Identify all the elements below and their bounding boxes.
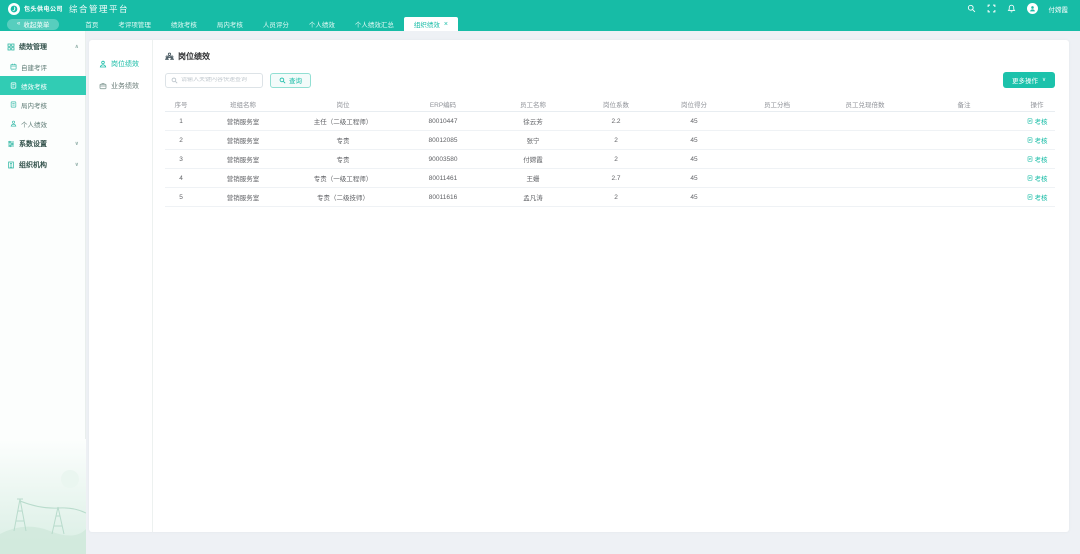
person-icon — [10, 120, 17, 127]
chevron-up-icon: ∧ — [75, 44, 79, 50]
assess-action-link[interactable]: 考核 — [1019, 135, 1055, 145]
table-row: 3 营销服务室 专责 90003580 付嫦霞 2 45 考核 — [165, 150, 1055, 169]
main-area: 岗位绩效 业务绩效 岗位绩效 — [86, 31, 1080, 554]
username[interactable]: 付嫦霞 — [1049, 4, 1069, 14]
tab-personnel-scoring[interactable]: 人员评分 — [253, 17, 299, 31]
sidebar-item-personal-performance[interactable]: 个人绩效 — [0, 114, 86, 133]
topbar: 包头供电公司 综合管理平台 付嫦霞 — [0, 0, 1080, 17]
search-input[interactable] — [181, 77, 257, 83]
tab-org-performance[interactable]: 组织绩效 × — [404, 17, 458, 31]
tab-personal-performance[interactable]: 个人绩效 — [299, 17, 345, 31]
sliders-icon — [7, 140, 15, 148]
sidebar-group-organization[interactable]: 组织机构 ∨ — [0, 154, 86, 175]
close-tab-icon[interactable]: × — [444, 21, 448, 28]
assess-action-link[interactable]: 考核 — [1019, 154, 1055, 164]
fullscreen-icon[interactable] — [987, 4, 996, 13]
tab-performance-assessment[interactable]: 绩效考核 — [161, 17, 207, 31]
document-check-icon — [10, 82, 17, 89]
table-header: 序号 班组名称 岗位 ERP编码 员工名称 岗位系数 岗位得分 员工分档 员工兑… — [165, 97, 1055, 112]
collapse-menu-button[interactable]: « 收起菜单 — [7, 19, 59, 30]
assess-action-link[interactable]: 考核 — [1019, 116, 1055, 126]
app-logo: 包头供电公司 综合管理平台 — [8, 3, 129, 15]
table-row: 4 营销服务室 专责（一级工程师） 80011461 王姗 2.7 45 考核 — [165, 169, 1055, 188]
chevron-down-icon: ∨ — [1042, 77, 1046, 83]
sidebar-item-performance-assessment[interactable]: 绩效考核 — [0, 76, 86, 95]
people-group-icon — [165, 52, 174, 61]
toolbar: 查询 更多操作 ∨ — [165, 72, 1055, 88]
collapse-icon: « — [17, 21, 20, 27]
sidebar-item-bureau-assessment[interactable]: 局内考核 — [0, 95, 86, 114]
building-icon — [7, 161, 15, 169]
avatar[interactable] — [1027, 3, 1038, 14]
content-card: 岗位绩效 业务绩效 岗位绩效 — [89, 40, 1069, 532]
subpanel-item-post-performance[interactable]: 岗位绩效 — [89, 55, 152, 72]
performance-type-panel: 岗位绩效 业务绩效 — [89, 40, 153, 532]
assess-doc-icon — [1027, 118, 1033, 124]
assess-action-link[interactable]: 考核 — [1019, 173, 1055, 183]
tab-assessment-item-mgmt[interactable]: 考评项管理 — [108, 17, 161, 31]
grid-icon — [7, 43, 15, 51]
subpanel-item-business-performance[interactable]: 业务绩效 — [89, 77, 152, 94]
document-icon — [10, 101, 17, 108]
page-title: 岗位绩效 — [165, 51, 1055, 62]
sidebar-item-self-assessment[interactable]: 自建考评 — [0, 57, 86, 76]
post-performance-table: 序号 班组名称 岗位 ERP编码 员工名称 岗位系数 岗位得分 员工分档 员工兑… — [165, 97, 1055, 207]
sidebar-group-performance-mgmt[interactable]: 绩效管理 ∧ — [0, 36, 86, 57]
company-name: 包头供电公司 — [24, 4, 63, 13]
chevron-down-icon: ∨ — [75, 141, 79, 147]
assess-doc-icon — [1027, 156, 1033, 162]
search-icon[interactable] — [967, 4, 976, 13]
tab-bar: « 收起菜单 首页 考评项管理 绩效考核 局内考核 人员评分 个人绩效 个人绩效… — [0, 17, 1080, 31]
person-icon — [99, 60, 107, 68]
calendar-icon — [10, 63, 17, 70]
sidebar: 绩效管理 ∧ 自建考评 绩效考核 局内考核 个人绩效 系数设置 — [0, 31, 86, 554]
bell-icon[interactable] — [1007, 4, 1016, 13]
assess-doc-icon — [1027, 194, 1033, 200]
tab-home[interactable]: 首页 — [75, 17, 108, 31]
search-box — [165, 73, 263, 88]
tab-personal-performance-summary[interactable]: 个人绩效汇总 — [345, 17, 404, 31]
assess-action-link[interactable]: 考核 — [1019, 192, 1055, 202]
briefcase-icon — [99, 82, 107, 90]
table-row: 5 营销服务室 专责（二级技师） 80011616 孟凡涛 2 45 考核 — [165, 188, 1055, 207]
logo-icon — [8, 3, 20, 15]
platform-title: 综合管理平台 — [69, 3, 129, 15]
collapse-menu-label: 收起菜单 — [23, 19, 49, 29]
more-actions-button[interactable]: 更多操作 ∨ — [1003, 72, 1055, 88]
table-row: 2 营销服务室 专责 80012085 张宁 2 45 考核 — [165, 131, 1055, 150]
sidebar-group-coefficient-settings[interactable]: 系数设置 ∨ — [0, 133, 86, 154]
tab-bureau-assessment[interactable]: 局内考核 — [207, 17, 253, 31]
search-button[interactable]: 查询 — [270, 73, 311, 88]
search-icon — [171, 77, 178, 84]
assess-doc-icon — [1027, 175, 1033, 181]
sidebar-landscape-art — [0, 439, 86, 554]
table-row: 1 营销服务室 主任（二级工程师） 80010447 徐云芳 2.2 45 考核 — [165, 112, 1055, 131]
chevron-down-icon: ∨ — [75, 162, 79, 168]
search-icon — [279, 77, 286, 84]
assess-doc-icon — [1027, 137, 1033, 143]
content-panel: 岗位绩效 查询 更多操作 ∨ — [153, 40, 1069, 532]
